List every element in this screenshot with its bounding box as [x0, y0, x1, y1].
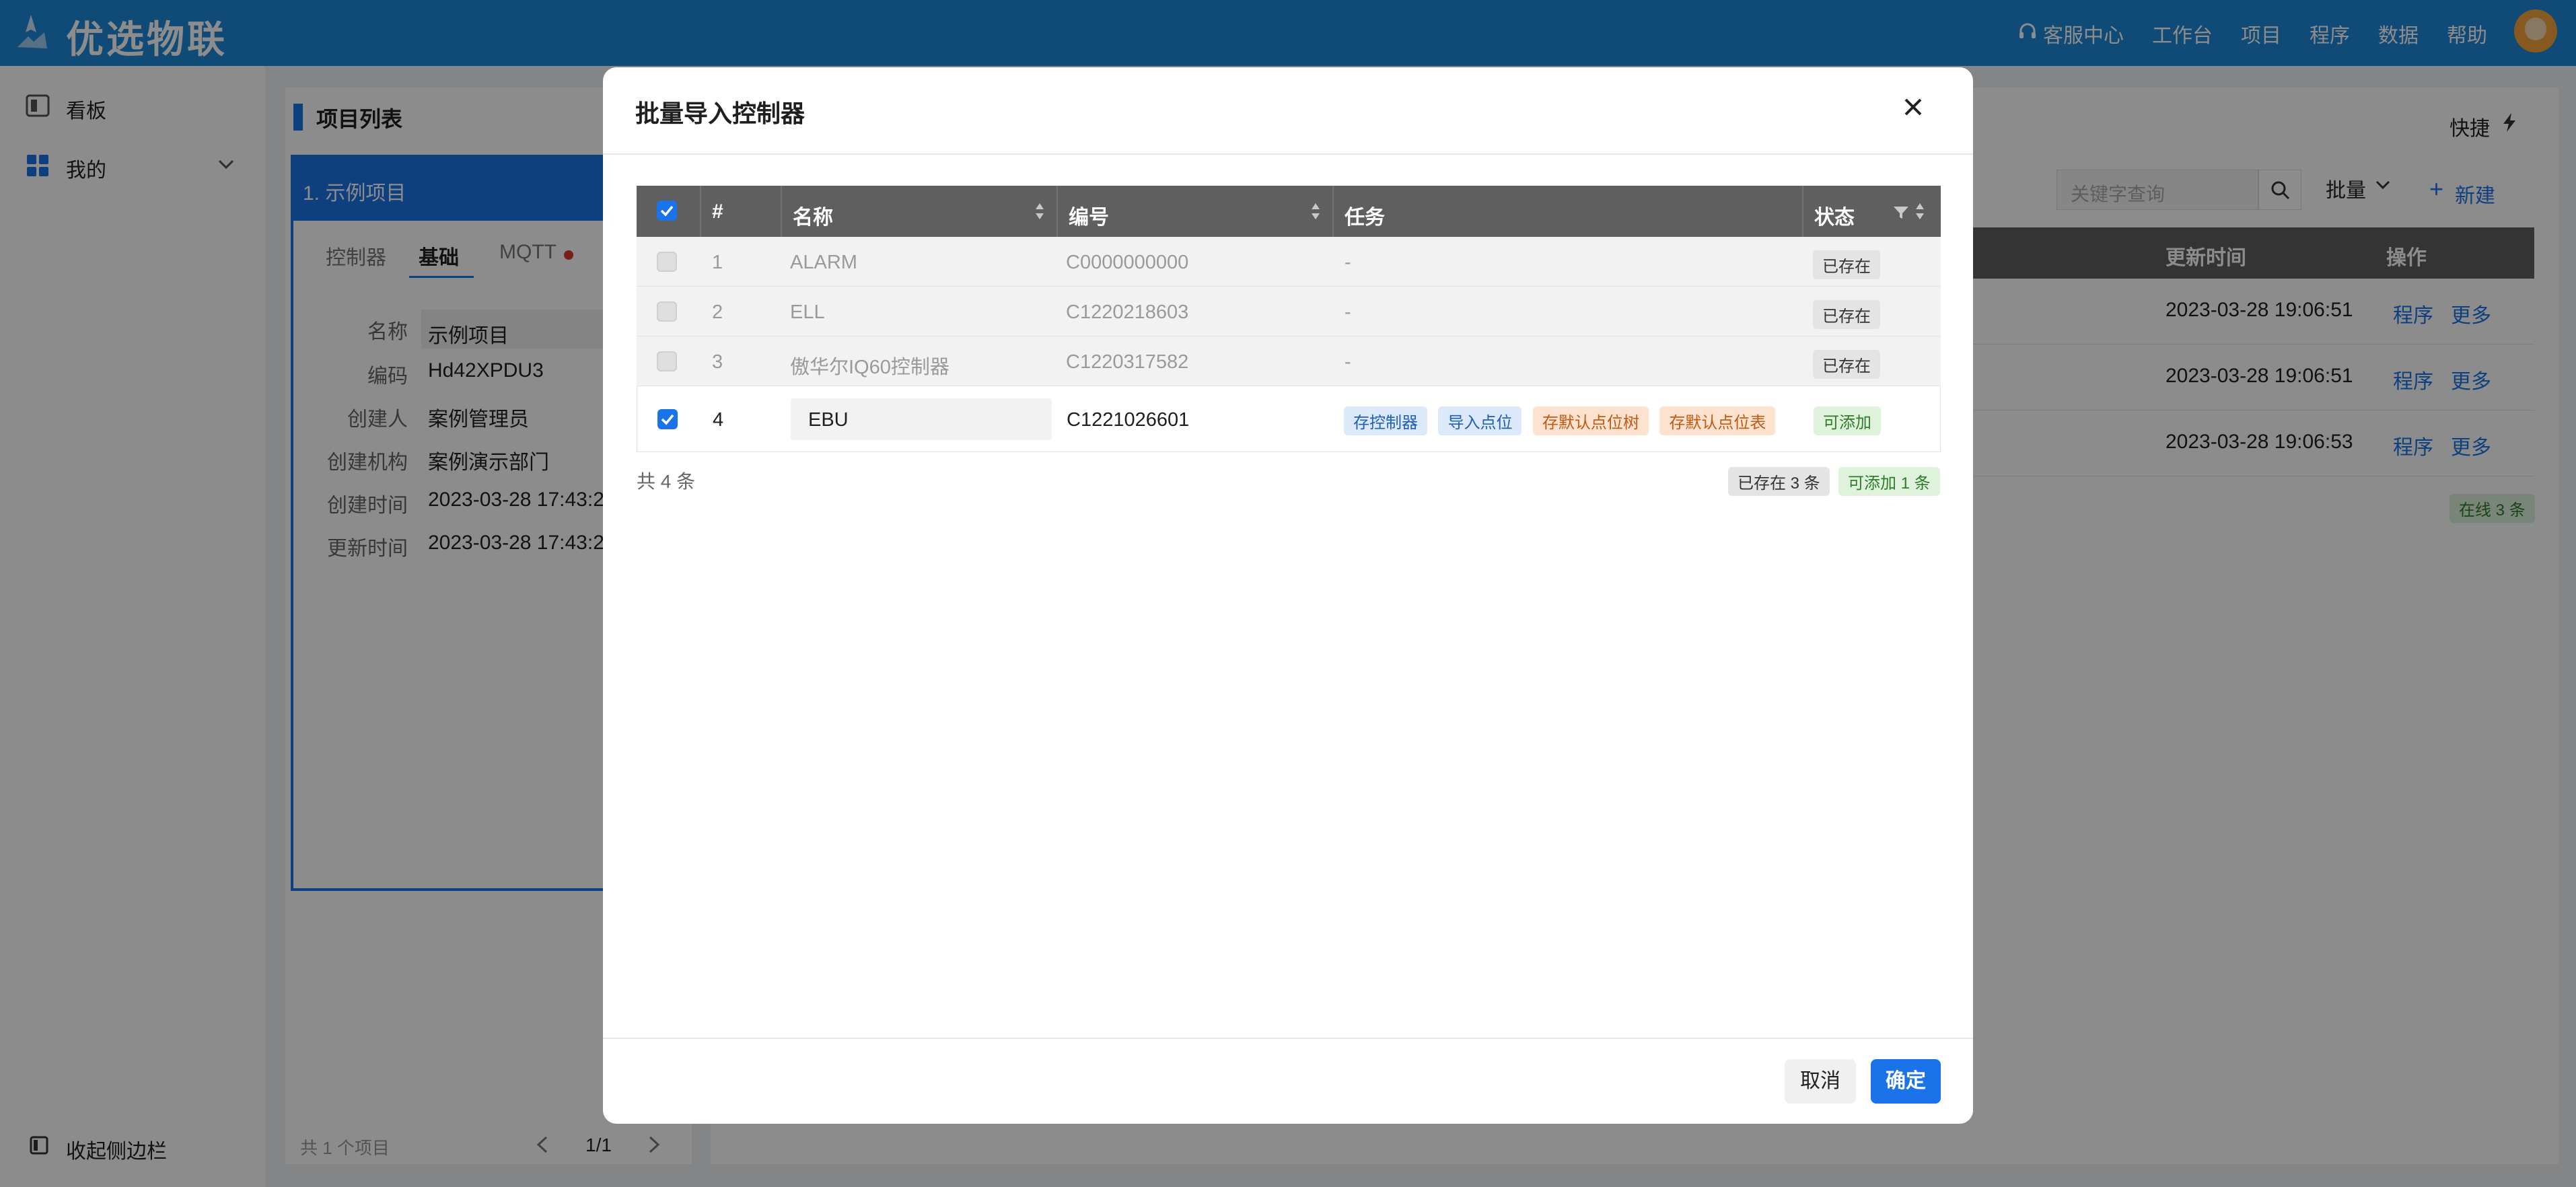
col-name[interactable]: 名称 [793, 201, 833, 230]
status-badge: 已存在 [1813, 300, 1880, 329]
row-index: 3 [712, 351, 723, 373]
summary-add-badge: 可添加 1 条 [1838, 467, 1940, 496]
sort-icon[interactable] [1310, 201, 1322, 227]
check-icon [661, 414, 674, 425]
row-task: - [1345, 301, 1351, 323]
table-row: 4 EBU C1221026601 存控制器 导入点位 存默认点位树 存默认点位… [637, 386, 1941, 452]
row-task: - [1345, 351, 1351, 373]
col-index: # [712, 201, 723, 223]
row-code: C1220317582 [1066, 351, 1189, 373]
sort-icon[interactable] [1914, 201, 1926, 227]
col-status: 状态 [1814, 207, 1855, 229]
filter-icon[interactable] [1892, 203, 1910, 226]
task-tag: 导入点位 [1438, 406, 1522, 435]
task-tag: 存控制器 [1344, 406, 1427, 435]
check-icon [660, 205, 674, 217]
status-badge: 可添加 [1814, 406, 1881, 435]
row-code: C1220218603 [1066, 301, 1189, 323]
task-tag: 存默认点位树 [1532, 406, 1649, 435]
row-index: 4 [713, 409, 724, 431]
row-name-input[interactable]: EBU [791, 398, 1052, 440]
row-name: ALARM [790, 252, 857, 273]
table-row: 3 傲华尔IQ60控制器 C1220317582 - 已存在 [637, 336, 1941, 386]
close-icon[interactable] [1902, 96, 1925, 122]
row-name: ELL [790, 301, 825, 323]
sort-icon[interactable] [1034, 201, 1046, 227]
row-checkbox [657, 252, 677, 272]
table-row: 1 ALARM C0000000000 - 已存在 [637, 237, 1941, 287]
row-code: C0000000000 [1066, 252, 1189, 273]
select-all-checkbox[interactable] [657, 201, 677, 221]
row-checkbox [657, 301, 677, 322]
total-count: 共 4 条 [637, 471, 696, 492]
row-checkbox [657, 351, 677, 371]
modal-table-header: # 名称 编号 任务 状态 [637, 186, 1941, 237]
modal-header-divider [603, 153, 1973, 155]
task-tags: 存控制器 导入点位 存默认点位树 存默认点位表 [1344, 406, 1776, 435]
status-badge: 已存在 [1813, 250, 1880, 279]
batch-import-modal: 批量导入控制器 # 名称 编号 任务 状态 1 ALARM C000000000… [603, 67, 1973, 1124]
col-task: 任务 [1345, 207, 1385, 229]
task-tag: 存默认点位表 [1659, 406, 1776, 435]
status-badge: 已存在 [1813, 350, 1880, 379]
row-index: 2 [712, 301, 723, 323]
summary-exist-badge: 已存在 3 条 [1728, 467, 1830, 496]
row-code: C1221026601 [1067, 409, 1190, 431]
col-code[interactable]: 编号 [1069, 201, 1109, 230]
modal-footer-divider [603, 1038, 1973, 1039]
confirm-button[interactable]: 确定 [1871, 1059, 1941, 1104]
table-row: 2 ELL C1220218603 - 已存在 [637, 287, 1941, 336]
row-checkbox[interactable] [657, 409, 678, 429]
row-name: 傲华尔IQ60控制器 [790, 357, 950, 378]
row-index: 1 [712, 252, 723, 273]
row-task: - [1345, 252, 1351, 273]
modal-title: 批量导入控制器 [635, 100, 806, 127]
cancel-button[interactable]: 取消 [1785, 1059, 1856, 1104]
